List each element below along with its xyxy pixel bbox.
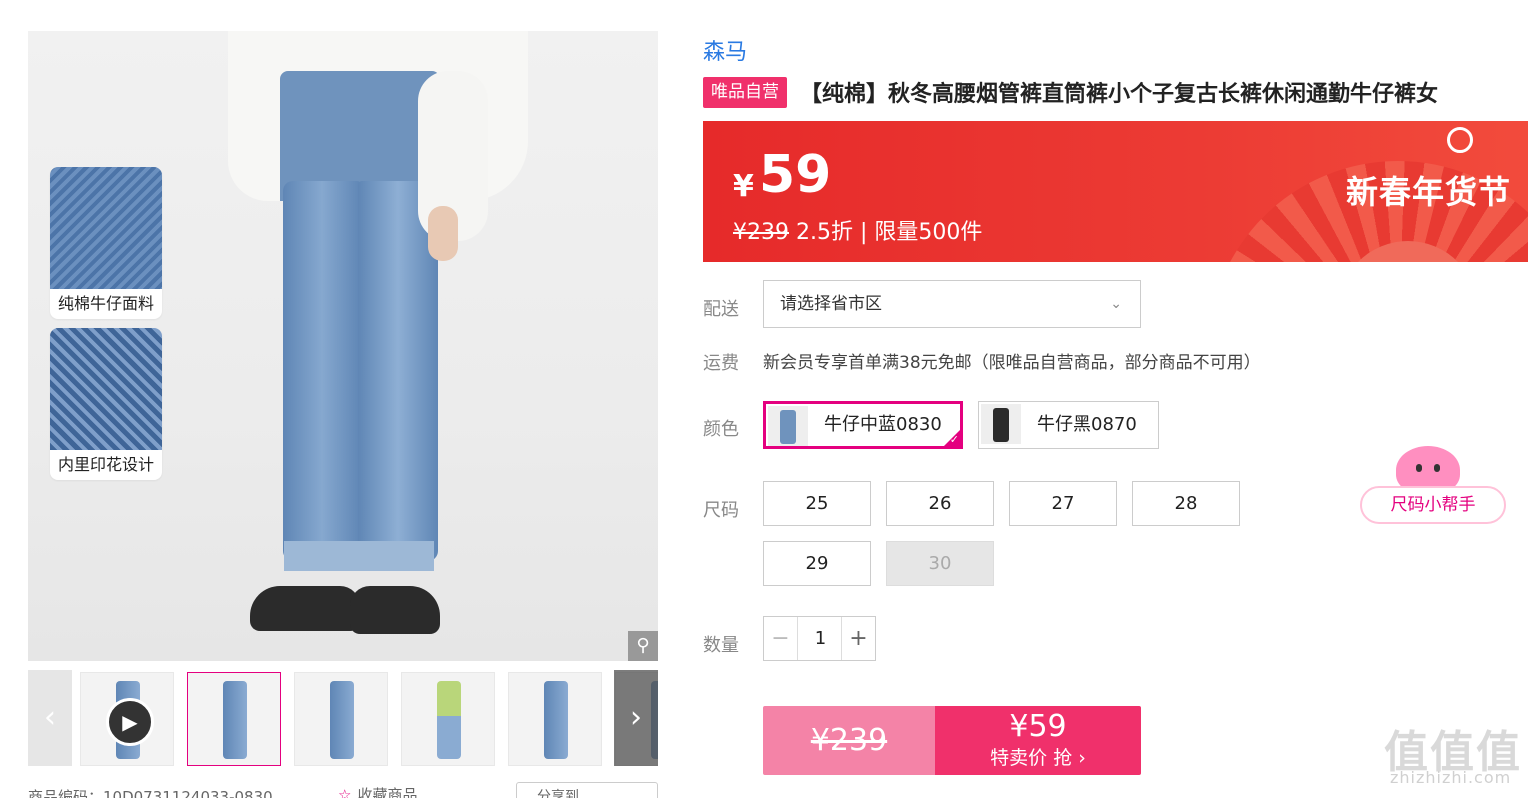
share-button[interactable]: 分享到 — [516, 782, 658, 798]
quantity-value[interactable]: 1 — [798, 617, 843, 660]
thumbnail-figure — [223, 681, 247, 759]
print-closeup-image — [50, 328, 162, 450]
shipping-label: 运费 — [703, 353, 739, 374]
jeans-right-cuff — [354, 541, 434, 571]
shipping-text: 新会员专享首单满38元免邮（限唯品自营商品，部分商品不可用） — [763, 353, 1261, 373]
thumbnail-3[interactable] — [294, 672, 388, 766]
size-helper-button[interactable]: 尺码小帮手 — [1360, 486, 1506, 524]
thumbnail-strip: ‹ ▶ › — [28, 670, 658, 768]
product-code: 商品编码：10D0731124033-0830 — [28, 788, 273, 798]
size-option-25[interactable]: 25 — [763, 481, 871, 526]
thumbnail-4[interactable] — [401, 672, 495, 766]
brand-link[interactable]: 森马 — [703, 34, 747, 66]
thumbnail-2[interactable] — [187, 672, 281, 766]
watermark-url: zhizhizhi.com — [1390, 768, 1512, 787]
jeans-left-cuff — [284, 541, 364, 571]
right-shoe — [350, 586, 440, 634]
check-icon: ✓ — [949, 433, 959, 446]
size-option-29[interactable]: 29 — [763, 541, 871, 586]
color-option-mid-blue[interactable]: 牛仔中蓝0830 ✓ — [763, 401, 963, 449]
quantity-stepper: − 1 + — [763, 616, 876, 661]
favorite-button[interactable]: ☆ 收藏商品 — [338, 784, 417, 798]
color-label: 颜色 — [703, 419, 739, 440]
detail-card-fabric: 纯棉牛仔面料 — [50, 167, 162, 319]
star-icon: ☆ — [338, 786, 352, 798]
size-option-28[interactable]: 28 — [1132, 481, 1240, 526]
left-shoe — [250, 586, 360, 631]
self-operated-badge: 唯品自营 — [703, 77, 787, 108]
festival-label: 新春年货节 — [1346, 173, 1512, 211]
color-option-black[interactable]: 牛仔黑0870 — [978, 401, 1159, 449]
color-option-label: 牛仔中蓝0830 — [824, 414, 942, 435]
buy-price: ¥59 — [1009, 709, 1067, 744]
play-icon[interactable]: ▶ — [106, 698, 154, 746]
thumb-prev-arrow-icon[interactable]: ‹ — [28, 670, 72, 766]
buy-now-button[interactable]: ¥59 特卖价 抢 › — [935, 706, 1141, 775]
zoom-icon[interactable]: ⚲ — [628, 631, 658, 661]
region-select-value: 请选择省市区 — [780, 294, 882, 314]
fabric-closeup-image — [50, 167, 162, 289]
detail-card-caption: 内里印花设计 — [57, 455, 154, 474]
detail-card-caption: 纯棉牛仔面料 — [57, 294, 154, 313]
size-helper[interactable]: 尺码小帮手 — [1360, 446, 1506, 526]
jeans-left-leg — [283, 181, 361, 561]
thumbnail-figure — [544, 681, 568, 759]
buy-original-price[interactable]: ¥239 — [763, 706, 935, 775]
sale-price: 59 — [759, 145, 832, 205]
color-option-label: 牛仔黑0870 — [1037, 414, 1137, 435]
delivery-label: 配送 — [703, 299, 739, 320]
size-label: 尺码 — [703, 500, 739, 521]
size-option-27[interactable]: 27 — [1009, 481, 1117, 526]
product-page: 纯棉牛仔面料 内里印花设计 ⚲ ‹ ▶ › 商品编码：10D0731124033… — [0, 0, 1536, 798]
thumb-next-arrow-icon[interactable]: › — [614, 670, 658, 766]
thumbnail-5[interactable] — [508, 672, 602, 766]
chevron-down-icon: ⌄ — [1110, 296, 1122, 312]
region-select[interactable]: 请选择省市区 ⌄ — [763, 280, 1141, 328]
detail-card-print: 内里印花设计 — [50, 328, 162, 480]
buy-action-label: 特卖价 抢 › — [990, 747, 1086, 769]
plus-button[interactable]: + — [841, 617, 875, 660]
favorite-label: 收藏商品 — [357, 786, 418, 798]
color-swatch-image — [768, 406, 808, 446]
thumbnail-figure — [437, 681, 461, 759]
minus-button[interactable]: − — [764, 617, 798, 660]
thumbnail-video[interactable]: ▶ — [80, 672, 174, 766]
price-subline: ¥239 2.5折 | 限量500件 — [733, 214, 982, 246]
quantity-label: 数量 — [703, 635, 739, 656]
original-price: ¥239 — [733, 220, 789, 245]
discount-text: 2.5折 | 限量500件 — [796, 220, 983, 245]
buy-original-price-text: ¥239 — [810, 723, 888, 758]
model-hand — [428, 206, 458, 261]
coin-icon — [1447, 127, 1473, 153]
main-product-image[interactable]: 纯棉牛仔面料 内里印花设计 ⚲ — [28, 31, 658, 661]
size-option-26[interactable]: 26 — [886, 481, 994, 526]
jeans-right-leg — [358, 181, 438, 561]
product-title: 【纯棉】秋冬高腰烟管裤直筒裤小个子复古长裤休闲通勤牛仔裤女 — [800, 82, 1439, 107]
color-swatch-image — [981, 404, 1021, 444]
currency-symbol: ¥ — [733, 169, 754, 204]
price-banner: ¥ 59 ¥239 2.5折 | 限量500件 新春年货节 — [703, 121, 1528, 262]
size-option-30: 30 — [886, 541, 994, 586]
thumbnail-figure — [330, 681, 354, 759]
